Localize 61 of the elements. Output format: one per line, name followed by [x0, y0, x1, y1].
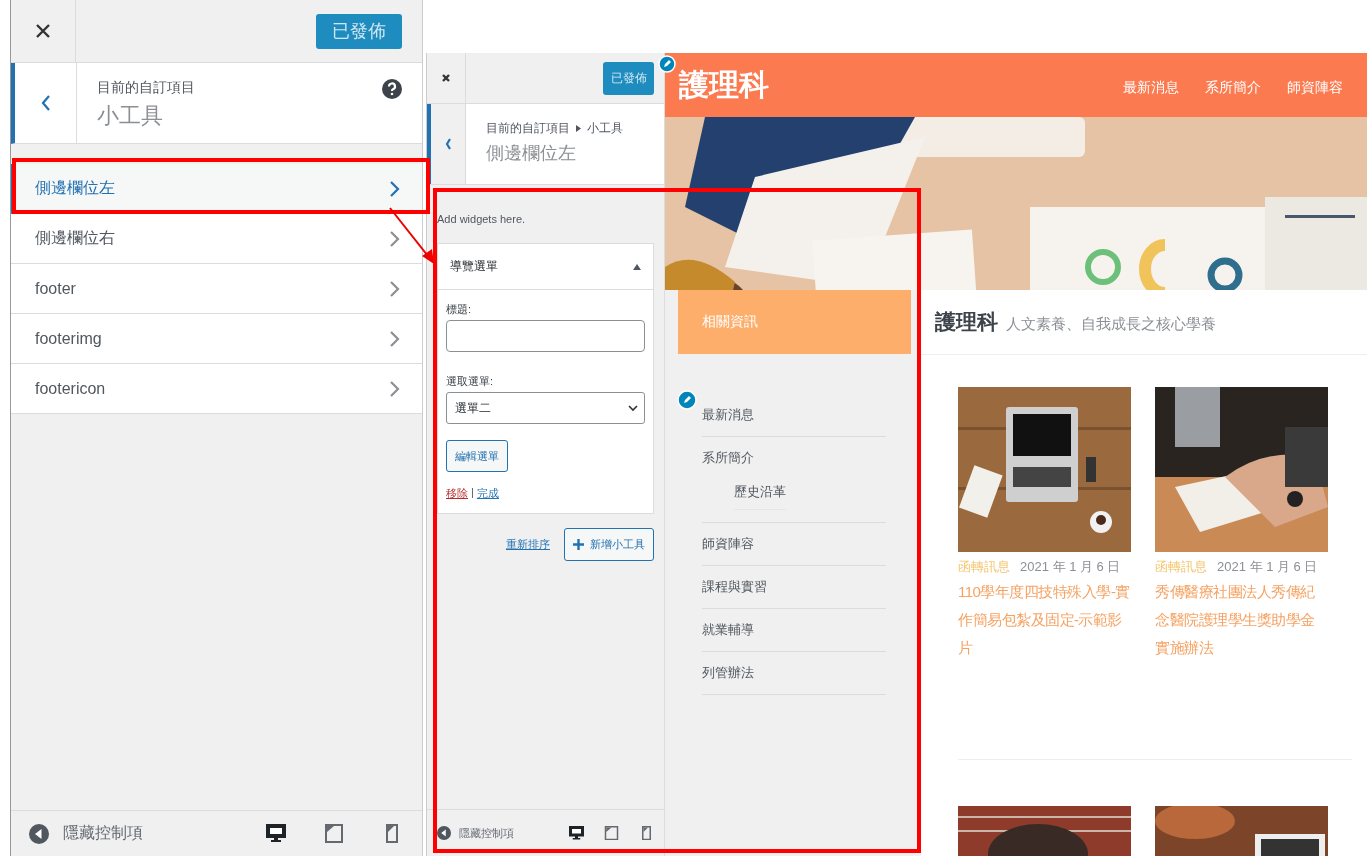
section-title: 小工具 — [97, 102, 164, 130]
collapse-icon — [437, 826, 451, 840]
back-icon[interactable] — [40, 94, 51, 112]
plus-icon — [573, 539, 584, 550]
add-widget-button[interactable]: 新增小工具 — [564, 528, 654, 561]
menu-link[interactable]: 系所簡介 — [702, 449, 886, 467]
field-label: 標題: — [446, 302, 473, 317]
breadcrumb-item: 目前的自訂項目 — [486, 120, 570, 137]
field-label: 選取選單: — [446, 374, 495, 389]
menu-link[interactable]: 列管辦法 — [702, 664, 886, 682]
widget-title: 相關資訊 — [678, 290, 911, 354]
menu-dropdown[interactable]: 選單二 — [446, 392, 645, 424]
hide-controls-button[interactable]: 隱藏控制項 — [29, 823, 143, 844]
section-item[interactable]: 側邊欄位左 — [11, 164, 422, 214]
tablet-icon[interactable] — [604, 825, 619, 841]
section-item[interactable]: footer — [11, 264, 422, 314]
section-item[interactable]: footerimg — [11, 314, 422, 364]
done-link[interactable]: 完成 — [476, 486, 499, 501]
back-icon[interactable] — [444, 137, 452, 151]
dropdown-caret-icon — [628, 404, 638, 412]
section-item[interactable]: footericon — [11, 364, 422, 414]
section-title: 側邊欄位左 — [486, 142, 577, 165]
menu-link[interactable]: 最新消息 — [702, 406, 886, 424]
edit-shortcut-icon[interactable] — [658, 55, 676, 73]
edit-menu-button[interactable]: 編輯選單 — [446, 440, 508, 472]
post-date: 2021 年 1 月 6 日 — [1020, 558, 1121, 576]
section-item[interactable]: 側邊欄位右 — [11, 214, 422, 264]
close-icon[interactable] — [441, 73, 451, 83]
input-field[interactable] — [446, 320, 645, 352]
desktop-icon[interactable] — [569, 825, 584, 841]
page-heading: 護理科 — [935, 309, 998, 335]
edit-shortcut-icon[interactable] — [677, 390, 697, 410]
tagline: 人文素養、自我成長之核心學養 — [1006, 314, 1216, 334]
help-icon[interactable] — [382, 79, 402, 99]
chevron-icon — [389, 329, 400, 348]
menu-link[interactable]: 歷史沿革 — [734, 483, 786, 510]
menu-link[interactable]: 就業輔導 — [702, 621, 886, 639]
collapse-arrow-icon[interactable] — [633, 263, 641, 270]
hide-controls-button[interactable]: 隱藏控制項 — [437, 825, 514, 841]
menu-link[interactable]: 課程與實習 — [702, 578, 886, 596]
chevron-icon — [389, 229, 400, 248]
close-icon[interactable] — [35, 23, 51, 39]
tablet-icon[interactable] — [324, 824, 344, 843]
separator: | — [471, 486, 474, 500]
mobile-icon[interactable] — [639, 825, 654, 841]
collapse-icon — [29, 823, 49, 844]
chevron-icon — [389, 379, 400, 398]
chevron-icon — [389, 179, 400, 198]
reorder-link[interactable]: 重新排序 — [506, 537, 550, 552]
post-date: 2021 年 1 月 6 日 — [1217, 558, 1318, 576]
breadcrumb: 目前的自訂項目 — [97, 79, 196, 97]
widget-header[interactable]: 導覽選單 — [438, 244, 653, 290]
menu-link[interactable]: 師資陣容 — [702, 535, 886, 553]
chevron-icon — [389, 279, 400, 298]
hint-text: Add widgets here. — [437, 213, 527, 225]
remove-link[interactable]: 移除 — [446, 486, 468, 501]
separator-icon — [576, 125, 581, 132]
publish-button[interactable]: 已發佈 — [603, 61, 654, 95]
publish-button[interactable]: 已發佈 — [316, 13, 402, 49]
breadcrumb-item: 小工具 — [587, 120, 623, 137]
desktop-icon[interactable] — [266, 824, 286, 843]
